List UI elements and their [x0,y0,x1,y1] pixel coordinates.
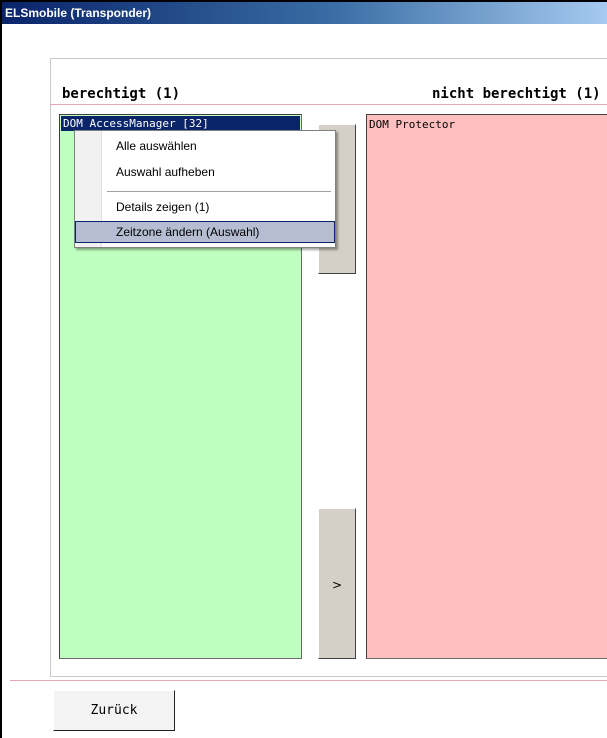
menu-separator [107,191,331,192]
allowed-heading: berechtigt (1) [62,86,181,102]
menu-item-deselect[interactable]: Auswahl aufheben [76,161,334,183]
heading-divider [50,104,607,105]
list-item[interactable]: DOM Protector [367,115,607,132]
menu-item-select-all[interactable]: Alle auswählen [76,135,334,157]
app-window: ELSmobile (Transponder) berechtigt (1) n… [0,0,607,738]
back-button[interactable]: Zurück [53,690,175,731]
menu-item-change-timezone[interactable]: Zeitzone ändern (Auswahl) [75,221,335,243]
move-right-button[interactable]: > [318,508,356,659]
menu-item-show-details[interactable]: Details zeigen (1) [76,196,334,218]
move-right-label: > [331,578,343,592]
list-item[interactable]: DOM AccessManager [32] [61,116,300,131]
not-allowed-list[interactable]: DOM Protector [366,114,607,659]
context-menu: Alle auswählen Auswahl aufheben Details … [74,130,336,248]
not-allowed-heading: nicht berechtigt (1) [432,86,601,102]
footer-divider [10,680,607,681]
window-title: ELSmobile (Transponder) [2,2,607,24]
